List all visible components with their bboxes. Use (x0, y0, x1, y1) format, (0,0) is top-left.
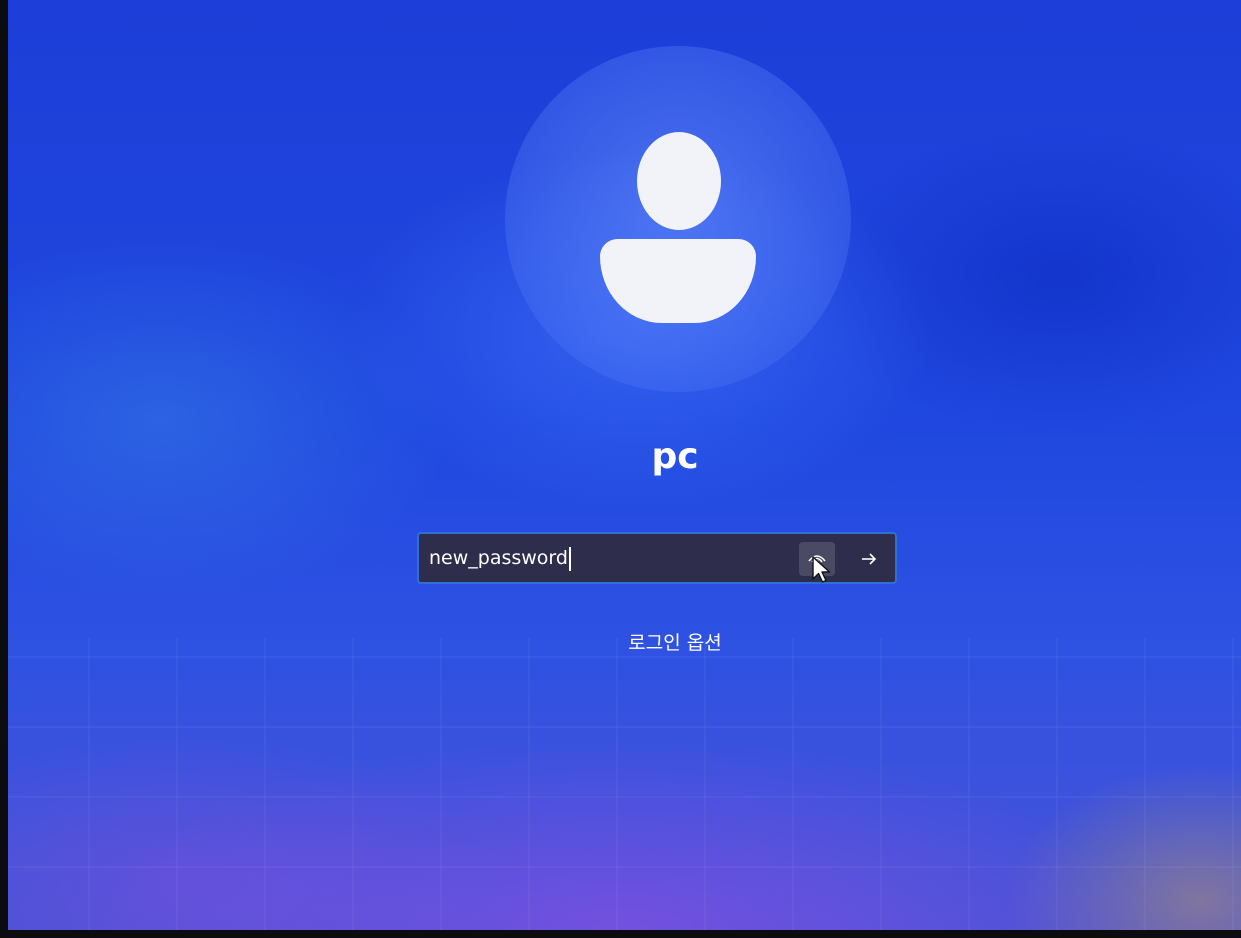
mouse-pointer-icon (812, 556, 831, 583)
user-silhouette-body (600, 239, 756, 323)
username-label: pc (651, 436, 699, 477)
submit-button[interactable] (851, 542, 887, 576)
password-input-value[interactable]: new_password (429, 544, 571, 572)
text-caret (568, 546, 571, 571)
screen-bezel-left (0, 0, 8, 938)
password-text: new_password (429, 547, 568, 569)
user-avatar (505, 46, 851, 392)
user-silhouette-icon (637, 132, 721, 230)
signin-options-link[interactable]: 로그인 옵션 (560, 628, 790, 655)
arrow-right-icon (862, 553, 877, 565)
screen-bezel-bottom (0, 930, 1241, 938)
